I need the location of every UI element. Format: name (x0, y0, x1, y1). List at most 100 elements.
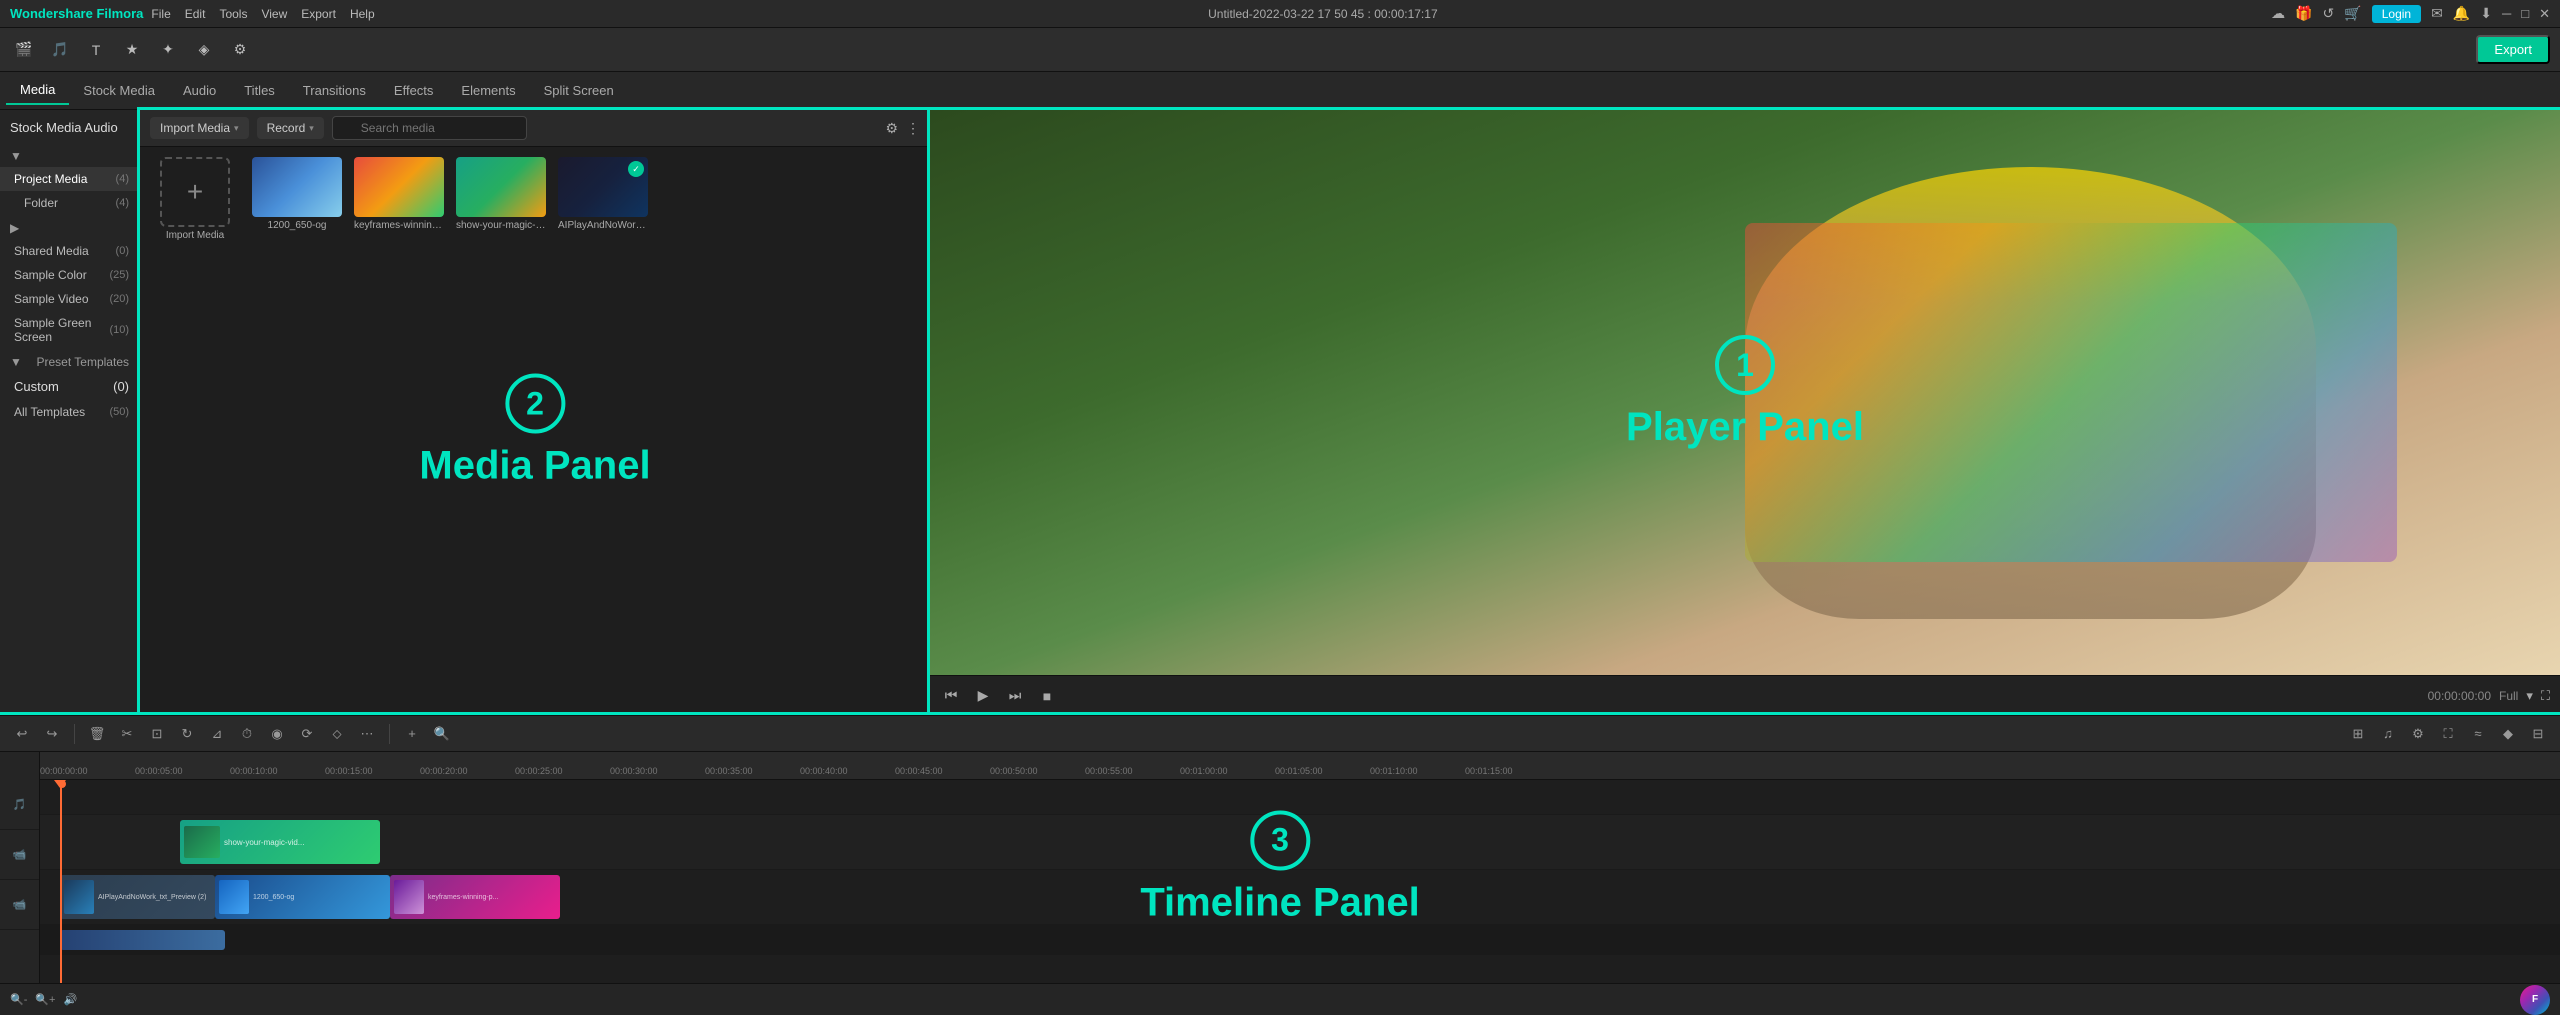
download-icon[interactable]: ⬇ (2480, 5, 2492, 22)
title-bar-menu: File Edit Tools View Export Help (151, 7, 374, 21)
gift-icon[interactable]: 🎁 (2295, 5, 2312, 22)
stabilize-button[interactable]: ⟳ (295, 722, 319, 746)
step-forward-button[interactable]: ⏭ (1004, 687, 1026, 704)
video-toys (1745, 223, 2397, 562)
minimize-button[interactable]: ─ (2502, 6, 2511, 21)
filter-icon[interactable]: ⚙ (885, 120, 898, 137)
media-item-2[interactable]: keyframes-winning-p... (354, 157, 444, 241)
grid-view-icon[interactable]: ⋮ (906, 120, 920, 137)
zoom-in-button[interactable]: 🔍 (430, 722, 454, 746)
menu-edit[interactable]: Edit (185, 7, 206, 21)
media-search-input[interactable] (332, 116, 527, 140)
menu-export[interactable]: Export (301, 7, 336, 21)
expand-button[interactable]: ⛶ (2436, 722, 2460, 746)
more-tools[interactable]: ⋯ (355, 722, 379, 746)
tab-effects[interactable]: Effects (380, 77, 448, 104)
speed-button[interactable]: ⏱ (235, 722, 259, 746)
tab-titles[interactable]: Titles (230, 77, 289, 104)
menu-file[interactable]: File (151, 7, 170, 21)
snap-button[interactable]: ⊞ (2346, 722, 2370, 746)
play-button[interactable]: ▶ (972, 687, 994, 704)
redo-button[interactable]: ↪ (40, 722, 64, 746)
toolbar-sticker-icon[interactable]: ★ (118, 36, 146, 64)
timeline-settings[interactable]: ⚙ (2406, 722, 2430, 746)
ripple-button[interactable]: ≈ (2466, 722, 2490, 746)
delete-button[interactable]: 🗑 (85, 722, 109, 746)
login-button[interactable]: Login (2372, 5, 2421, 23)
section-preset-templates[interactable]: ▼ Preset Templates (0, 349, 139, 373)
tab-stock-media[interactable]: Stock Media (69, 77, 169, 104)
cloud-icon[interactable]: ☁ (2271, 5, 2285, 22)
toolbar-effect-icon[interactable]: ✦ (154, 36, 182, 64)
timeline-track-3 (40, 925, 2560, 955)
section-shared-media[interactable]: ▶ (0, 215, 139, 239)
auto-color-button[interactable]: ◉ (265, 722, 289, 746)
clip-show-magic[interactable]: show-your-magic-vid... (180, 820, 380, 864)
tab-transitions[interactable]: Transitions (289, 77, 380, 104)
fullscreen-button[interactable]: ⛶ (2541, 688, 2550, 704)
sidebar-item-project-media[interactable]: Project Media (4) (0, 167, 139, 191)
sidebar-item-folder[interactable]: Folder (4) (0, 191, 139, 215)
toolbar-media-icon[interactable]: 🎬 (10, 36, 38, 64)
record-button[interactable]: Record ▾ (257, 117, 324, 139)
cart-icon[interactable]: 🛒 (2344, 5, 2361, 22)
toolbar-settings-icon[interactable]: ⚙ (226, 36, 254, 64)
refresh-icon[interactable]: ↺ (2323, 5, 2335, 22)
zoom-in-icon[interactable]: 🔍+ (35, 993, 55, 1006)
sidebar-item-sample-color[interactable]: Sample Color (25) (0, 263, 139, 287)
volume-icon[interactable]: 🔊 (63, 993, 77, 1006)
section-project-media[interactable]: ▼ (0, 143, 139, 167)
import-media-button-large[interactable]: + (160, 157, 230, 227)
zoom-out-icon[interactable]: 🔍- (10, 993, 27, 1006)
import-media-button[interactable]: Import Media ▾ (150, 117, 249, 139)
media-item-3[interactable]: show-your-magic-vid... (456, 157, 546, 241)
media-item-1[interactable]: 1200_650-og (252, 157, 342, 241)
export-button[interactable]: Export (2476, 35, 2550, 64)
toolbar-transition-icon[interactable]: ◈ (190, 36, 218, 64)
tab-split-screen[interactable]: Split Screen (530, 77, 628, 104)
sidebar-item-all-templates[interactable]: All Templates (50) (0, 400, 139, 424)
player-right-controls: 00:00:00:00 Full ▾ ⛶ (2428, 688, 2550, 704)
filmora-logo-badge: F (2520, 985, 2550, 1015)
audio-clip[interactable] (60, 930, 225, 950)
tab-elements[interactable]: Elements (447, 77, 529, 104)
title-bar: Wondershare Filmora File Edit Tools View… (0, 0, 2560, 28)
sidebar-item-custom[interactable]: Custom (0) (0, 373, 139, 400)
zoom-dropdown[interactable]: ▾ (2526, 688, 2533, 704)
tab-media[interactable]: Media (6, 76, 69, 105)
import-media-item[interactable]: + Import Media (150, 157, 240, 241)
crop-button[interactable]: ⊡ (145, 722, 169, 746)
media-thumb-4: ✓ (558, 157, 648, 217)
mark-button[interactable]: ⬦ (325, 722, 349, 746)
timeline-playhead[interactable] (60, 780, 62, 983)
sidebar-item-shared-media[interactable]: Shared Media (0) (0, 239, 139, 263)
bell-icon[interactable]: 🔔 (2453, 5, 2470, 22)
detach-button[interactable]: ⊿ (205, 722, 229, 746)
clip-1200[interactable]: 1200_650-og (215, 875, 390, 919)
audio-stretch-button[interactable]: ♫ (2376, 722, 2400, 746)
split-audio-button[interactable]: ⊟ (2526, 722, 2550, 746)
rotate-button[interactable]: ↻ (175, 722, 199, 746)
close-button[interactable]: ✕ (2539, 6, 2550, 22)
toolbar-text-icon[interactable]: T (82, 36, 110, 64)
go-start-button[interactable]: ⏮ (940, 687, 962, 704)
clip-keyframes[interactable]: keyframes-winning-p... (390, 875, 560, 919)
mail-icon[interactable]: ✉ (2431, 5, 2443, 22)
track-icons: 🎵 📹 📹 (0, 752, 40, 983)
sidebar-item-sample-video[interactable]: Sample Video (20) (0, 287, 139, 311)
undo-button[interactable]: ↩ (10, 722, 34, 746)
maximize-button[interactable]: □ (2521, 6, 2529, 21)
toolbar-divider (74, 724, 75, 744)
media-item-4[interactable]: ✓ AIPlayAndNoWork_1... (558, 157, 648, 241)
menu-help[interactable]: Help (350, 7, 375, 21)
sidebar-item-sample-green[interactable]: Sample Green Screen (10) (0, 311, 139, 349)
clip-aiplay[interactable]: AIPlayAndNoWork_txt_Preview (2) (60, 875, 215, 919)
menu-view[interactable]: View (261, 7, 287, 21)
menu-tools[interactable]: Tools (219, 7, 247, 21)
stop-button[interactable]: ■ (1036, 688, 1058, 704)
keyframe-button[interactable]: ◆ (2496, 722, 2520, 746)
cut-button[interactable]: ✂ (115, 722, 139, 746)
tab-audio[interactable]: Audio (169, 77, 230, 104)
toolbar-audio-icon[interactable]: 🎵 (46, 36, 74, 64)
add-track-button[interactable]: + (400, 722, 424, 746)
